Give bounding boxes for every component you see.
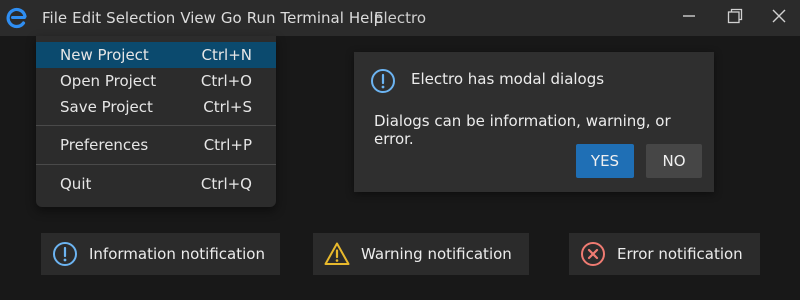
menu-separator xyxy=(36,125,276,126)
error-notification[interactable]: Error notification xyxy=(569,233,760,275)
menu-file[interactable]: File xyxy=(42,9,67,27)
menu-edit[interactable]: Edit xyxy=(72,9,101,27)
menu-go[interactable]: Go xyxy=(221,9,242,27)
notification-label: Warning notification xyxy=(361,245,512,263)
info-icon xyxy=(52,241,78,267)
modal-title: Electro has modal dialogs xyxy=(411,70,605,88)
menu-view[interactable]: View xyxy=(180,9,216,27)
maximize-button[interactable] xyxy=(712,0,758,36)
menu-terminal[interactable]: Terminal xyxy=(281,9,344,27)
warning-notification[interactable]: Warning notification xyxy=(313,233,529,275)
yes-button[interactable]: YES xyxy=(576,144,634,178)
menu-item-preferences[interactable]: Preferences Ctrl+P xyxy=(36,132,276,158)
menu-item-shortcut: Ctrl+Q xyxy=(200,175,252,193)
menu-item-label: Quit xyxy=(60,175,92,193)
menu-item-label: Save Project xyxy=(60,98,153,116)
information-notification[interactable]: Information notification xyxy=(41,233,280,275)
electro-logo-icon xyxy=(6,7,28,29)
menu-item-label: Open Project xyxy=(60,72,157,90)
close-icon xyxy=(772,9,786,27)
menu-item-quit[interactable]: Quit Ctrl+Q xyxy=(36,171,276,197)
modal-dialog: Electro has modal dialogs Dialogs can be… xyxy=(354,52,714,192)
error-icon xyxy=(580,241,606,267)
notification-label: Information notification xyxy=(89,245,265,263)
menu-item-shortcut: Ctrl+S xyxy=(203,98,252,116)
menu-bar: File Edit Selection View Go Run Terminal… xyxy=(42,0,388,36)
file-menu-dropdown: New Project Ctrl+N Open Project Ctrl+O S… xyxy=(36,36,276,207)
menu-item-shortcut: Ctrl+O xyxy=(200,72,252,90)
menu-selection[interactable]: Selection xyxy=(106,9,175,27)
menu-item-open-project[interactable]: Open Project Ctrl+O xyxy=(36,68,276,94)
menu-separator xyxy=(36,164,276,165)
maximize-icon xyxy=(727,8,743,28)
title-bar: File Edit Selection View Go Run Terminal… xyxy=(0,0,800,36)
modal-message: Dialogs can be information, warning, or … xyxy=(374,112,671,148)
menu-item-shortcut: Ctrl+P xyxy=(203,136,252,154)
no-button[interactable]: NO xyxy=(646,144,702,178)
warning-icon xyxy=(324,241,350,267)
menu-item-shortcut: Ctrl+N xyxy=(201,46,252,64)
minimize-icon xyxy=(682,9,696,27)
menu-run[interactable]: Run xyxy=(247,9,276,27)
menu-item-save-project[interactable]: Save Project Ctrl+S xyxy=(36,94,276,120)
menu-item-label: New Project xyxy=(60,46,149,64)
info-icon xyxy=(370,68,396,94)
minimize-button[interactable] xyxy=(666,0,712,36)
notification-label: Error notification xyxy=(617,245,743,263)
menu-item-label: Preferences xyxy=(60,136,149,154)
menu-item-new-project[interactable]: New Project Ctrl+N xyxy=(36,42,276,68)
menu-help[interactable]: Help xyxy=(349,9,383,27)
close-button[interactable] xyxy=(756,0,800,36)
